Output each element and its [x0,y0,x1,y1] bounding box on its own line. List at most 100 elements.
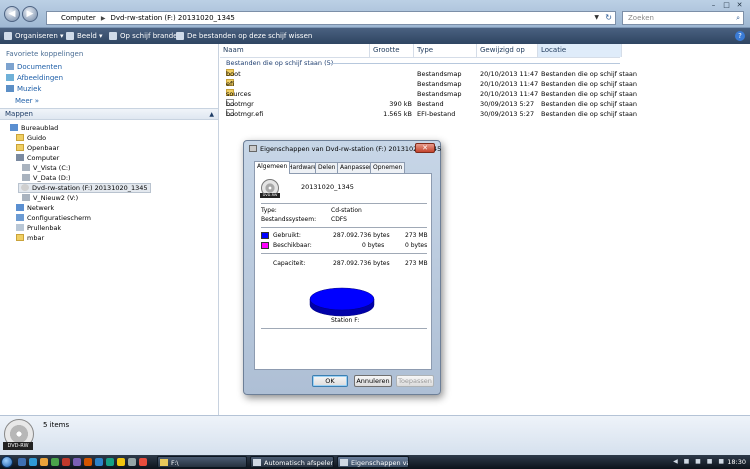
file-modified-cell: 30/09/2013 5:27 [480,100,535,108]
app-icon[interactable] [106,458,114,466]
tree-item-drive-c[interactable]: V_Vista (C:) [22,164,71,172]
tree-item-drive-f[interactable]: Dvd-rw-station (F:) 20131020_1345 [18,183,151,193]
tree-item-mbar[interactable]: mbar [16,234,44,242]
breadcrumb-computer[interactable]: Computer [61,14,96,22]
breadcrumb-drive[interactable]: Dvd-rw-station (F:) 20131020_1345 [110,14,234,22]
column-name[interactable]: Naam [220,44,370,57]
close-icon[interactable]: ✕ [733,1,746,9]
tree-item-control-panel[interactable]: Configuratiescherm [16,214,91,222]
taskbar-explorer-window[interactable]: F:\ [157,456,247,468]
tree-item-network[interactable]: Netwerk [16,204,54,212]
file-row[interactable]: bootmgr 390 kB Bestand 30/09/2013 5:27 B… [224,99,637,109]
column-modified[interactable]: Gewijzigd op [477,44,538,57]
minimize-icon[interactable]: – [707,1,720,9]
capacity-mb: 273 MB [405,260,428,267]
address-dropdown-icon[interactable]: ▼ [594,12,599,24]
folder-icon [16,234,24,241]
burn-button[interactable]: Op schijf branden [109,28,182,44]
file-row[interactable]: efi Bestandsmap 20/10/2013 11:47 Bestand… [224,79,637,89]
start-button[interactable] [1,456,13,468]
system-tray[interactable]: ◀ ■ ■ ■ ■ [673,458,726,465]
file-row[interactable]: boot Bestandsmap 20/10/2013 11:47 Bestan… [224,69,637,79]
file-type-cell: Bestand [417,100,444,108]
group-divider [330,63,620,64]
app-icon[interactable] [84,458,92,466]
internet-explorer-icon[interactable] [29,458,37,466]
close-icon[interactable]: ✕ [415,143,435,153]
app-icon[interactable] [139,458,147,466]
maximize-icon[interactable]: □ [720,1,733,9]
address-bar[interactable]: Computer ▶ Dvd-rw-station (F:) 20131020_13… [46,11,616,25]
app-icon[interactable] [128,458,136,466]
organize-button[interactable]: Organiseren ▾ [4,28,64,44]
divider [261,227,427,228]
tree-item-drive-d[interactable]: V_Data (D:) [22,174,71,182]
more-link[interactable]: Meer » [15,97,39,105]
media-icon[interactable] [40,458,48,466]
favorite-music[interactable]: Muziek [6,85,41,93]
free-space-swatch [261,242,269,249]
tree-item-public[interactable]: Openbaar [16,144,59,152]
show-desktop-icon[interactable] [18,458,26,466]
refresh-icon[interactable]: ↻ [605,12,612,24]
autoplay-icon [253,459,261,466]
folders-header[interactable]: Mappen ▲ [0,108,218,120]
used-label: Gebruikt: [273,232,301,239]
used-mb: 273 MB [405,232,428,239]
tab-recording[interactable]: Opnemen [370,162,406,173]
column-type[interactable]: Type [414,44,477,57]
ok-button[interactable]: OK [312,375,348,387]
collapse-chevron-icon[interactable]: ▲ [209,109,214,120]
tab-general[interactable]: Algemeen [254,161,291,174]
free-bytes: 0 bytes [362,242,385,249]
search-placeholder: Zoeken [628,14,654,22]
network-icon [16,204,24,211]
erase-disc-button[interactable]: De bestanden op deze schijf wissen [176,28,312,44]
disk-usage-pie [309,287,375,317]
volume-name[interactable]: 20131020_1345 [301,183,354,191]
tree-item-drive-v[interactable]: V_Nieuw2 (V:) [22,194,78,202]
file-location-cell: Bestanden die op schijf staan [541,70,638,78]
tree-item-desktop[interactable]: Bureaublad [10,124,58,132]
file-modified-cell: 20/10/2013 11:47 [480,90,539,98]
app-icon[interactable] [117,458,125,466]
filesystem-label: Bestandssysteem: [261,216,317,223]
app-icon[interactable] [51,458,59,466]
clock[interactable]: 18:30 [727,455,746,469]
organize-icon [4,32,12,40]
file-row[interactable]: bootmgr.efi 1.565 kB EFI-bestand 30/09/2… [224,109,637,119]
cancel-button[interactable]: Annuleren [354,375,392,387]
app-icon[interactable] [62,458,70,466]
title-bar: ◀ ▶ Computer ▶ Dvd-rw-station (F:) 2013102… [0,0,750,28]
back-button[interactable]: ◀ [4,6,20,22]
app-icon[interactable] [95,458,103,466]
search-icon[interactable]: ⌕ [736,12,740,24]
tab-sharing[interactable]: Delen [315,162,339,173]
app-icon[interactable] [73,458,81,466]
command-bar: Organiseren ▾ Beeld ▾ Op schijf branden … [0,28,750,44]
filesystem-value: CDFS [331,216,347,223]
column-location[interactable]: Locatie [538,44,622,57]
apply-button[interactable]: Toepassen [396,375,434,387]
file-type-cell: Bestandsmap [417,70,462,78]
taskbar-properties-window[interactable]: Eigenschappen van ... [337,456,409,468]
forward-button[interactable]: ▶ [22,6,38,22]
tree-item-guido[interactable]: Guido [16,134,46,142]
favorite-pictures[interactable]: Afbeeldingen [6,74,63,82]
recycle-bin-icon [16,224,24,231]
tree-item-recycle-bin[interactable]: Prullenbak [16,224,61,232]
file-type-cell: Bestandsmap [417,90,462,98]
tree-item-computer[interactable]: Computer [16,154,59,162]
favorite-documents[interactable]: Documenten [6,63,62,71]
column-size[interactable]: Grootte [370,44,414,57]
search-input[interactable]: Zoeken ⌕ [622,11,744,25]
group-header[interactable]: Bestanden die op schijf staan (5) [226,59,333,67]
file-row[interactable]: sources Bestandsmap 20/10/2013 11:47 Bes… [224,89,637,99]
divider [261,328,427,329]
taskbar-autoplay-window[interactable]: Automatisch afspelen [250,456,334,468]
general-panel: DVD-RW 20131020_1345 Type: Cd-station Be… [254,173,432,370]
used-bytes: 287.092.736 bytes [333,232,390,239]
views-button[interactable]: Beeld ▾ [66,28,103,44]
help-icon[interactable]: ? [735,31,745,41]
pictures-icon [6,74,14,81]
